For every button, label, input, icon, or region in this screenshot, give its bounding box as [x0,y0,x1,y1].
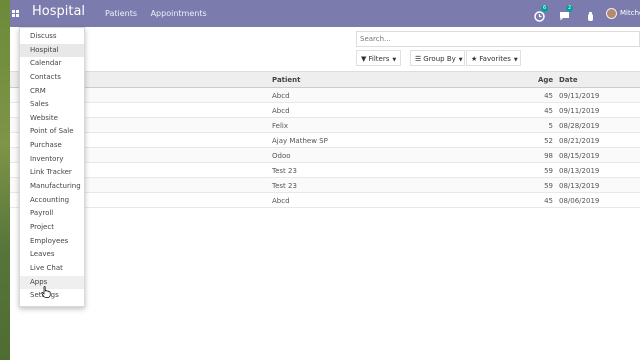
table-row[interactable]: Test 23 59 08/13/2019 [10,178,640,193]
cell-age: 45 [544,197,553,205]
filters-button[interactable]: ▼ Filters ▼ [356,50,401,66]
table-row[interactable]: Test 23 59 08/13/2019 [10,163,640,178]
search-input[interactable] [356,31,640,47]
desktop-background [0,0,10,360]
cell-date: 09/11/2019 [559,92,600,100]
list-icon: ☰ [415,55,422,63]
caret-down-icon: ▼ [392,57,397,63]
cell-date: 08/15/2019 [559,152,600,160]
chat-bubble-icon [560,12,569,21]
list-header: Patient Age Date [10,71,640,88]
bug-icon [588,11,593,21]
user-avatar[interactable] [606,8,617,19]
browser-window: Hospital Patients Appointments 6 2 Mitch… [10,0,640,360]
cell-patient: Abcd [272,197,290,205]
messages-badge: 2 [566,5,574,12]
debug-button[interactable] [586,7,595,21]
main-menu: Patients Appointments [105,9,218,18]
table-row[interactable]: Abcd 45 09/11/2019 [10,88,640,103]
menu-item-discuss[interactable]: Discuss [20,30,84,44]
cell-date: 09/11/2019 [559,107,600,115]
groupby-button[interactable]: ☰ Group By ▼ [410,50,465,66]
apps-grid-icon [12,10,19,17]
menu-item-point-of-sale[interactable]: Point of Sale [20,125,84,139]
menu-item-manufacturing[interactable]: Manufacturing [20,180,84,194]
menu-item-calendar[interactable]: Calendar [20,57,84,71]
favorites-button[interactable]: ★ Favorites ▼ [466,50,521,66]
cell-age: 45 [544,107,553,115]
messages-button[interactable]: 2 [559,5,574,21]
menu-item-contacts[interactable]: Contacts [20,71,84,85]
cell-age: 59 [544,167,553,175]
user-name[interactable]: Mitchell Admin [620,9,640,17]
activity-badge: 6 [541,5,549,12]
cell-age: 52 [544,137,553,145]
menu-item-sales[interactable]: Sales [20,98,84,112]
filter-icon: ▼ [361,55,367,63]
menu-item-payroll[interactable]: Payroll [20,207,84,221]
menu-patients[interactable]: Patients [105,9,137,18]
cell-age: 5 [548,122,553,130]
cell-patient: Ajay Mathew SP [272,137,328,145]
menu-appointments[interactable]: Appointments [151,9,207,18]
cell-date: 08/13/2019 [559,167,600,175]
table-row[interactable]: Felix 5 08/28/2019 [10,118,640,133]
table-row[interactable]: Odoo 98 08/15/2019 [10,148,640,163]
table-row[interactable]: Abcd 45 09/11/2019 [10,103,640,118]
menu-item-leaves[interactable]: Leaves [20,248,84,262]
menu-item-project[interactable]: Project [20,221,84,235]
filters-label: Filters [368,55,390,63]
cell-date: 08/06/2019 [559,197,600,205]
hand-pointer-cursor-icon [41,286,51,298]
cell-age: 59 [544,182,553,190]
top-navbar: Hospital Patients Appointments 6 2 Mitch [10,0,640,27]
cell-patient: Abcd [272,107,290,115]
caret-down-icon: ▼ [458,57,463,63]
cell-date: 08/28/2019 [559,122,600,130]
apps-dropdown-menu: Discuss Hospital Calendar Contacts CRM S… [19,27,85,307]
column-header-age[interactable]: Age [538,76,553,84]
menu-item-hospital[interactable]: Hospital [20,43,84,58]
menu-item-website[interactable]: Website [20,112,84,126]
menu-item-employees[interactable]: Employees [20,235,84,249]
cell-age: 98 [544,152,553,160]
table-row[interactable]: Abcd 45 08/06/2019 [10,193,640,208]
cell-patient: Felix [272,122,288,130]
cell-patient: Test 23 [272,167,297,175]
menu-item-apps[interactable]: Apps [20,275,84,290]
menu-item-link-tracker[interactable]: Link Tracker [20,166,84,180]
menu-item-settings[interactable]: Settings [20,289,84,303]
cell-date: 08/13/2019 [559,182,600,190]
menu-item-live-chat[interactable]: Live Chat [20,262,84,276]
cell-date: 08/21/2019 [559,137,600,145]
cell-age: 45 [544,92,553,100]
column-header-patient[interactable]: Patient [272,76,301,84]
groupby-label: Group By [423,55,456,63]
menu-item-purchase[interactable]: Purchase [20,139,84,153]
cell-patient: Odoo [272,152,291,160]
list-body: Abcd 45 09/11/2019 Abcd 45 09/11/2019 Felix 5… [10,88,640,208]
activity-button[interactable]: 6 [534,5,549,22]
table-row[interactable]: Ajay Mathew SP 52 08/21/2019 [10,133,640,148]
apps-menu-button[interactable] [10,0,20,27]
menu-item-inventory[interactable]: Inventory [20,153,84,167]
cell-patient: Test 23 [272,182,297,190]
star-icon: ★ [471,55,478,63]
column-header-date[interactable]: Date [559,76,578,84]
favorites-label: Favorites [479,55,511,63]
menu-item-crm[interactable]: CRM [20,85,84,99]
menu-item-accounting[interactable]: Accounting [20,194,84,208]
app-brand[interactable]: Hospital [32,4,85,19]
caret-down-icon: ▼ [513,57,518,63]
cell-patient: Abcd [272,92,290,100]
clock-icon [534,11,545,22]
